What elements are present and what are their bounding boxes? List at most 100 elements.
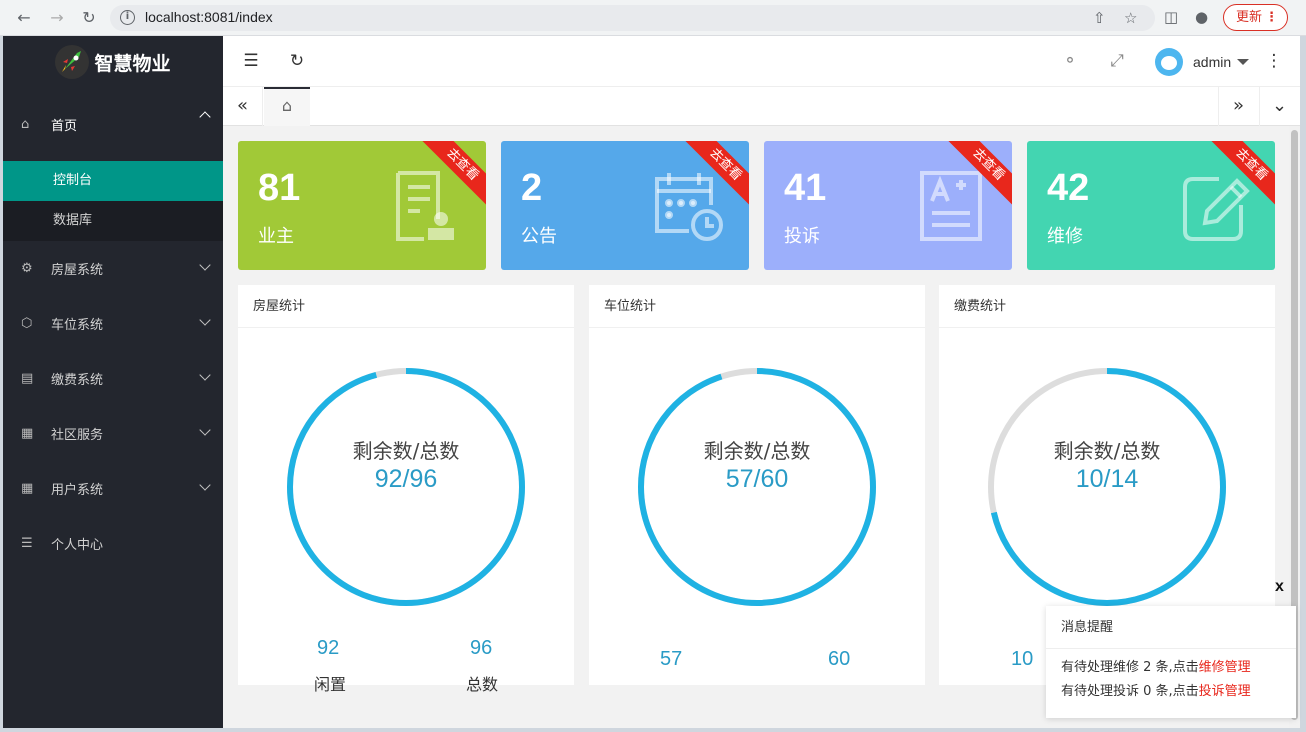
forward-icon[interactable]: → (47, 8, 67, 28)
stat-card-repairs[interactable]: 42 维修 去查看 (1027, 141, 1275, 270)
card-value: 81 (258, 167, 301, 209)
gauge-label: 剩余数/总数 (703, 439, 811, 463)
toast-text: 有待处理投诉 0 条,点击 (1061, 684, 1199, 699)
profile-icon[interactable]: ● (1195, 8, 1208, 26)
sidebar-item-users[interactable]: ▦ 用户系统 (3, 461, 223, 516)
stats-panel-housing: 房屋统计 剩余数/总数 92/96 92 闲置 96 总数 (238, 285, 574, 694)
window-edge (1300, 36, 1306, 732)
card-value: 2 (521, 167, 543, 209)
user-menu[interactable]: admin (1155, 48, 1250, 76)
stat-card-notices[interactable]: 2 公告 去查看 (501, 141, 749, 270)
more-vert-icon[interactable]: ⋮ (1263, 50, 1285, 72)
toast-line-complaints: 有待处理投诉 0 条,点击投诉管理 (1046, 680, 1296, 704)
home-icon: ⌂ (21, 117, 30, 132)
sidebar-item-label: 首页 (51, 119, 78, 134)
sidebar-item-housing[interactable]: ⚙ 房屋系统 (3, 241, 223, 296)
toast-close-button[interactable]: x (1275, 578, 1284, 596)
app-logo[interactable]: 智慧物业 (3, 36, 223, 88)
card-label: 维修 (1047, 226, 1083, 247)
toast-title: 消息提醒 (1046, 606, 1296, 649)
back-icon[interactable]: ← (14, 8, 34, 28)
collapse-menu-icon[interactable]: ☰ (240, 50, 262, 72)
tag-icon[interactable]: ⚬ (1059, 50, 1081, 72)
sidebar-item-payment[interactable]: ▤ 缴费系统 (3, 351, 223, 406)
stat-card-owners[interactable]: 81 业主 去查看 (238, 141, 486, 270)
barcode-icon: ▤ (21, 371, 34, 386)
edit-pencil-icon (1183, 177, 1250, 241)
sliders-icon: ☰ (21, 536, 33, 551)
info-icon[interactable]: i (120, 10, 135, 25)
update-button[interactable]: 更新 ⋮ (1223, 4, 1288, 31)
star-icon[interactable]: ☆ (1124, 9, 1137, 27)
sidebar-item-community[interactable]: ▦ 社区服务 (3, 406, 223, 461)
rocket-icon (55, 45, 90, 79)
cube-icon: ⬡ (21, 316, 33, 331)
browser-window: ← → ↻ i localhost:8081/index ⇧ ☆ ◫ ● 更新 … (0, 0, 1306, 732)
apps-icon: ▦ (21, 481, 34, 496)
sidebar-item-label: 房屋系统 (51, 263, 104, 278)
update-label: 更新 (1236, 10, 1263, 25)
apps-icon: ▦ (21, 426, 34, 441)
sidebar-item-label: 车位系统 (51, 318, 104, 333)
browser-toolbar: ← → ↻ i localhost:8081/index ⇧ ☆ ◫ ● 更新 … (0, 0, 1306, 36)
panel-title: 缴费统计 (939, 285, 1275, 328)
sidebar: 智慧物业 ⌂ 首页 控制台 数据库 ⚙ 房屋系统 ⬡ 车位系统 ▤ 缴费系统 ▦ (3, 36, 223, 728)
chevron-down-icon (199, 314, 211, 326)
reload-icon[interactable]: ↻ (79, 8, 99, 28)
idle-count: 57 (660, 648, 683, 670)
card-label: 公告 (521, 226, 557, 247)
gauge-label: 剩余数/总数 (352, 439, 460, 463)
panel-title: 车位统计 (589, 285, 925, 328)
url-text: localhost:8081/index (145, 9, 273, 25)
document-a-plus-icon (920, 171, 982, 241)
card-label: 投诉 (784, 226, 820, 247)
sidebar-item-console[interactable]: 控制台 (3, 161, 223, 201)
idle-count: 10 (1011, 648, 1034, 670)
home-outline-icon: ⌂ (281, 96, 293, 115)
card-value: 42 (1047, 167, 1090, 209)
complaint-management-link[interactable]: 投诉管理 (1199, 684, 1251, 699)
address-bar[interactable]: i localhost:8081/index ⇧ ☆ (110, 5, 1155, 31)
sidebar-item-database[interactable]: 数据库 (3, 201, 223, 241)
card-value: 41 (784, 167, 827, 209)
caret-down-icon (1237, 59, 1250, 65)
tab-home[interactable]: ⌂ (264, 87, 310, 126)
stats-panel-parking: 车位统计 剩余数/总数 57/60 57 60 (589, 285, 925, 685)
top-header: ☰ ↻ ⚬ ⤢ admin ⋮ (223, 36, 1300, 87)
calendar-clock-icon (655, 173, 723, 241)
owner-document-icon (396, 171, 454, 241)
chevron-down-icon (199, 479, 211, 491)
repair-management-link[interactable]: 维修管理 (1199, 660, 1251, 675)
more-vert-icon: ⋮ (1265, 10, 1278, 25)
stat-card-complaints[interactable]: 41 投诉 去查看 (764, 141, 1012, 270)
refresh-icon[interactable]: ↻ (286, 50, 308, 72)
side-panel-icon[interactable]: ◫ (1164, 8, 1178, 26)
fullscreen-icon[interactable]: ⤢ (1106, 50, 1128, 72)
tabs-scroll-left-icon[interactable]: « (223, 87, 263, 126)
total-count: 96 (470, 637, 493, 659)
sidebar-item-label: 缴费系统 (51, 373, 104, 388)
sidebar-item-home[interactable]: ⌂ 首页 (3, 88, 223, 161)
sidebar-item-label: 个人中心 (51, 538, 104, 553)
tabs-dropdown-icon[interactable]: ⌄ (1259, 87, 1299, 126)
sidebar-item-profile[interactable]: ☰ 个人中心 (3, 516, 223, 571)
chevron-down-icon (199, 369, 211, 381)
total-label: 总数 (466, 675, 499, 694)
gear-icon: ⚙ (21, 261, 33, 276)
app-name: 智慧物业 (94, 52, 171, 75)
toast-line-repairs: 有待处理维修 2 条,点击维修管理 (1046, 656, 1296, 680)
card-label: 业主 (258, 226, 294, 247)
tabs-scroll-right-icon[interactable]: » (1218, 87, 1258, 126)
panel-title: 房屋统计 (238, 285, 574, 328)
share-icon[interactable]: ⇧ (1093, 9, 1106, 27)
sidebar-item-label: 用户系统 (51, 483, 104, 498)
notification-toast: 消息提醒 有待处理维修 2 条,点击维修管理 有待处理投诉 0 条,点击投诉管理 (1046, 606, 1296, 718)
home-submenu: 控制台 数据库 (3, 161, 223, 241)
avatar (1155, 48, 1183, 76)
gauge-value: 57/60 (725, 465, 789, 493)
chevron-up-icon (199, 111, 211, 123)
gauge-label: 剩余数/总数 (1053, 439, 1161, 463)
toast-text: 有待处理维修 2 条,点击 (1061, 660, 1199, 675)
gauge-value: 92/96 (374, 465, 438, 493)
sidebar-item-parking[interactable]: ⬡ 车位系统 (3, 296, 223, 351)
